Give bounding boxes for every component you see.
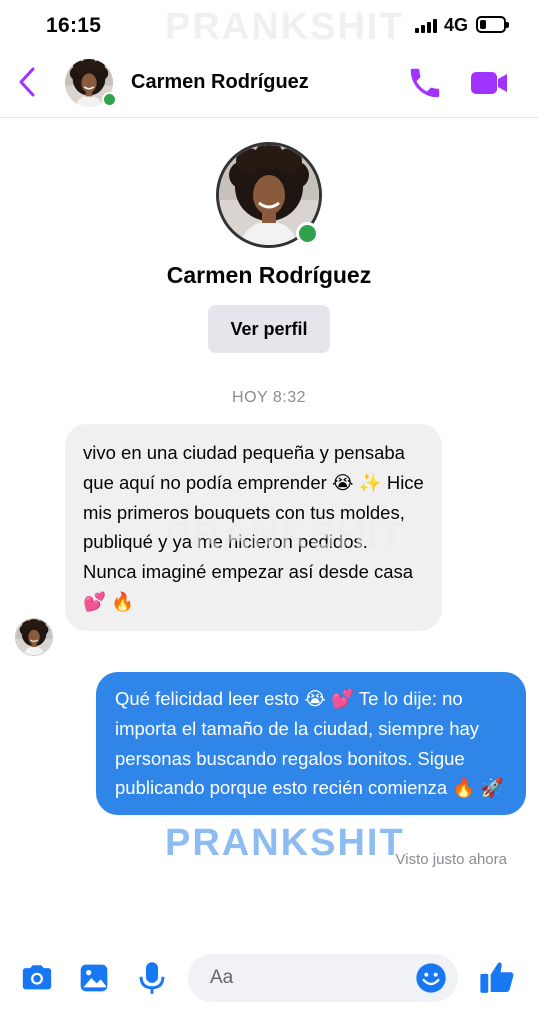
- thumbs-up-icon: [480, 962, 514, 993]
- seen-status: Visto justo ahora: [395, 851, 507, 868]
- camera-icon: [22, 965, 52, 990]
- profile-online-dot: [296, 222, 319, 245]
- conversation-timestamp: HOY 8:32: [232, 389, 306, 406]
- microphone-button[interactable]: [132, 958, 172, 998]
- microphone-icon: [139, 962, 165, 994]
- sender-avatar[interactable]: [15, 618, 53, 656]
- view-profile-button[interactable]: Ver perfil: [208, 305, 330, 353]
- status-time: 16:15: [46, 14, 102, 37]
- outgoing-message-bubble[interactable]: Qué felicidad leer esto 😭 💕 Te lo dije: …: [96, 672, 526, 816]
- signal-strength-icon: [415, 19, 437, 33]
- watermark: PRANKSHIT: [165, 6, 405, 48]
- incoming-message-bubble[interactable]: vivo en una ciudad pequeña y pensaba que…: [65, 424, 442, 631]
- profile-name: Carmen Rodríguez: [166, 262, 372, 288]
- gallery-button[interactable]: [74, 958, 114, 998]
- battery-icon: [476, 16, 509, 33]
- video-camera-icon: [471, 72, 507, 94]
- status-bar: 16:15 PRANKSHIT 4G: [0, 0, 538, 52]
- emoji-icon: [416, 963, 446, 993]
- battery-level-fill: [480, 20, 486, 29]
- back-button[interactable]: [12, 64, 42, 100]
- profile-avatar-container[interactable]: [216, 142, 322, 248]
- header-contact-name[interactable]: Carmen Rodríguez: [131, 71, 309, 94]
- image-gallery-icon: [80, 964, 108, 992]
- emoji-button[interactable]: [415, 962, 447, 994]
- camera-button[interactable]: [17, 958, 57, 998]
- online-status-dot: [102, 92, 117, 107]
- video-call-button[interactable]: [468, 64, 510, 102]
- network-type: 4G: [444, 15, 469, 35]
- chat-header: Carmen Rodríguez: [0, 52, 538, 118]
- phone-icon: [410, 68, 440, 98]
- voice-call-button[interactable]: [406, 64, 444, 102]
- back-chevron-icon: [19, 67, 35, 97]
- watermark-overlay-bottom: PRANKSHIT: [165, 822, 405, 864]
- like-button[interactable]: [478, 958, 518, 998]
- message-composer: [0, 950, 538, 1010]
